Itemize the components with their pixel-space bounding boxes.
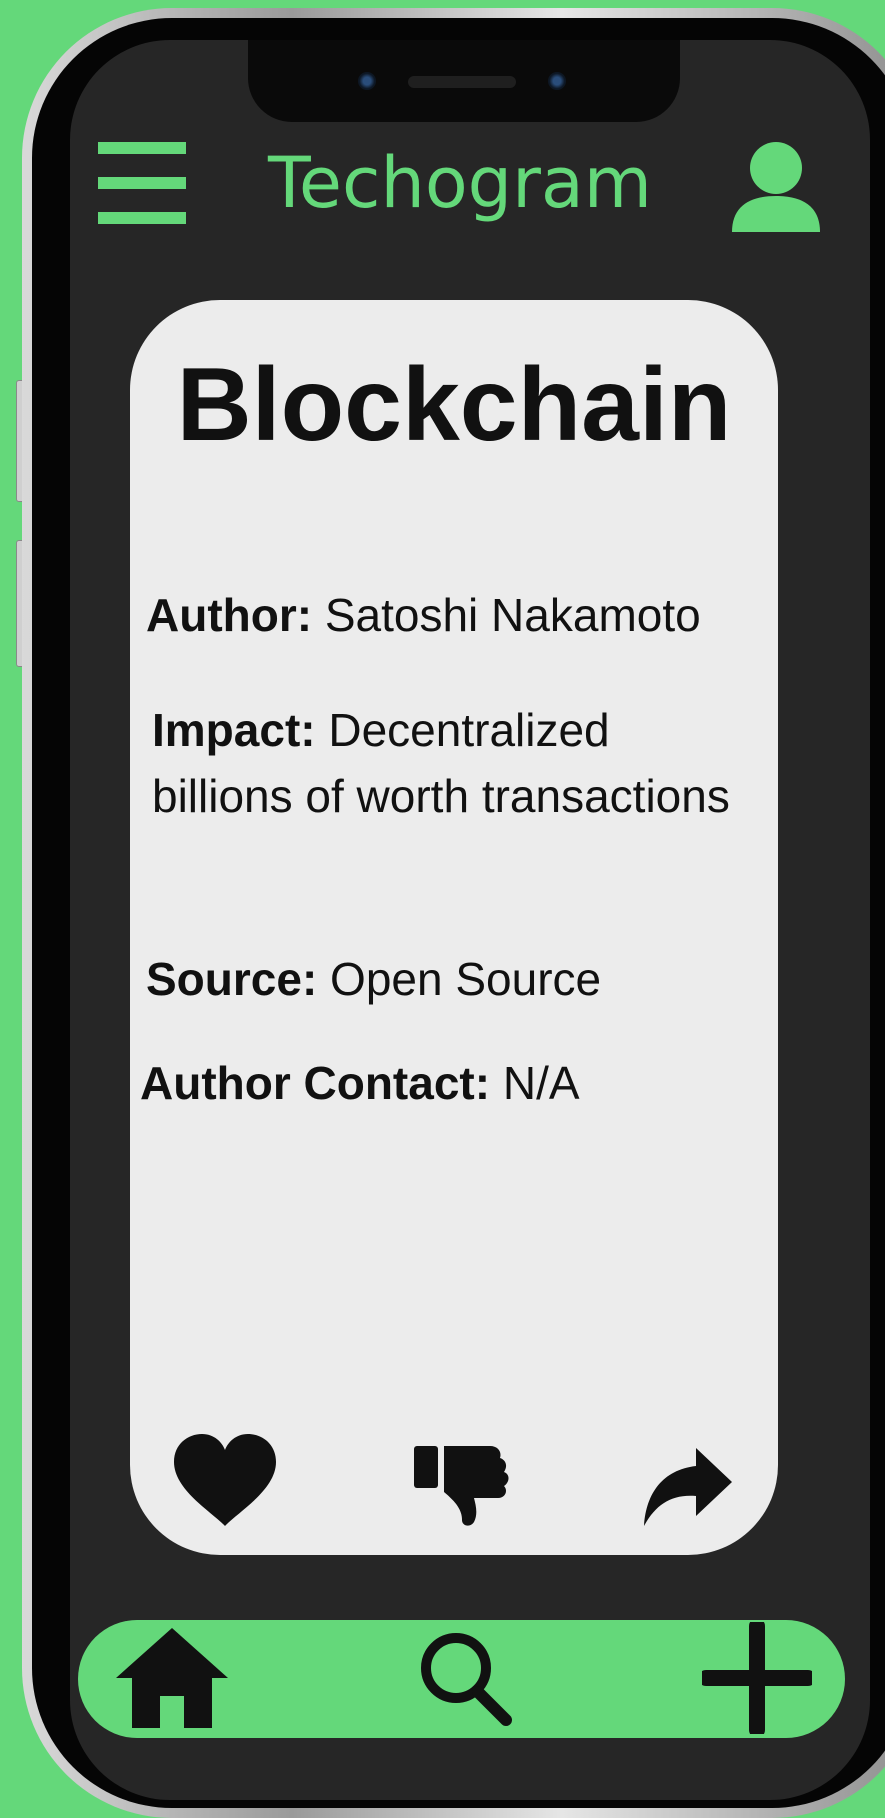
author-contact-label: Author Contact: <box>140 1057 491 1109</box>
camera <box>358 72 376 90</box>
post-title: Blockchain <box>176 347 732 463</box>
share-icon[interactable] <box>642 1446 734 1528</box>
author-value: Satoshi Nakamoto <box>324 589 701 641</box>
profile-icon[interactable] <box>730 140 822 232</box>
app-title: Techogram <box>268 142 652 224</box>
home-icon[interactable] <box>114 1626 230 1730</box>
search-icon[interactable] <box>418 1630 514 1728</box>
post-card <box>130 300 778 1555</box>
author-field: Author: Satoshi Nakamoto <box>146 582 766 648</box>
hamburger-menu-icon[interactable] <box>98 142 186 224</box>
author-label: Author: <box>146 589 313 641</box>
author-contact-value: N/A <box>502 1057 580 1109</box>
impact-field: Impact: Decentralized billions of worth … <box>152 697 752 829</box>
heart-icon[interactable] <box>172 1432 278 1528</box>
speaker <box>408 76 516 88</box>
impact-label: Impact: <box>152 704 316 756</box>
source-value: Open Source <box>330 953 602 1005</box>
sensor <box>548 72 566 90</box>
author-contact-field: Author Contact: N/A <box>140 1050 770 1116</box>
plus-icon[interactable] <box>698 1618 816 1738</box>
thumbs-down-icon[interactable] <box>412 1442 512 1528</box>
source-label: Source: <box>146 953 318 1005</box>
source-field: Source: Open Source <box>146 946 766 1012</box>
